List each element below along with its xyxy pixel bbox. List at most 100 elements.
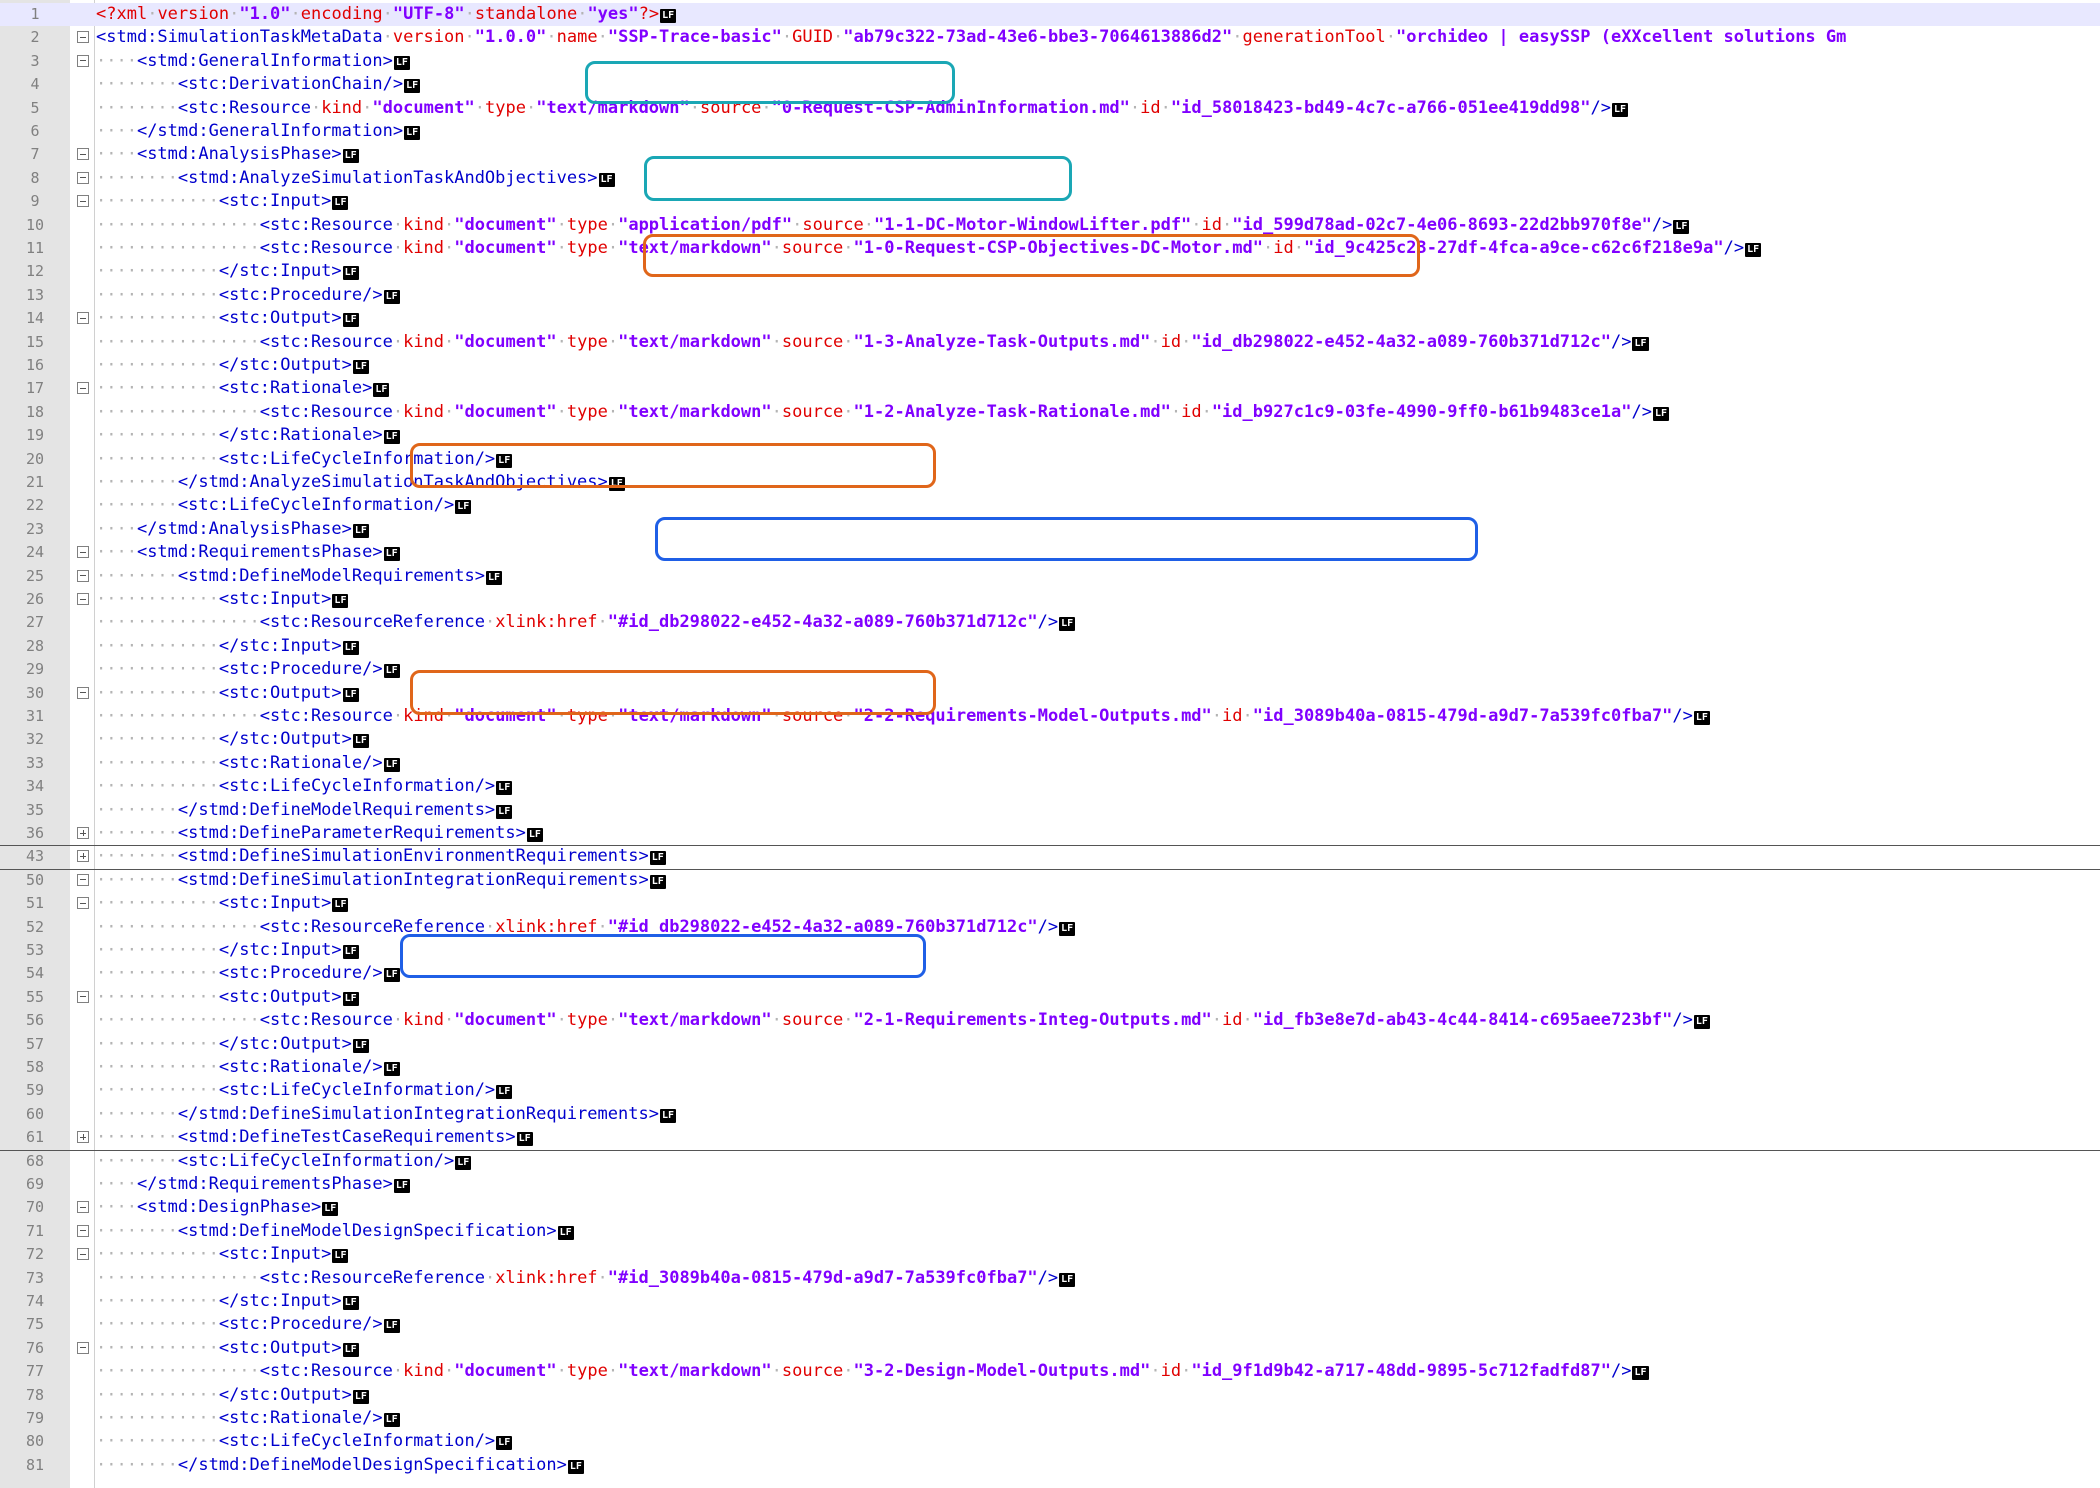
code-line[interactable]: 78 ············</stc:Output> LF: [0, 1384, 2100, 1407]
code-line[interactable]: 23 ····</stmd:AnalysisPhase> LF: [0, 518, 2100, 541]
code-line[interactable]: 72 ············<stc:Input> LF: [0, 1243, 2100, 1266]
code-text[interactable]: <?xml·version·"1.0"·encoding·"UTF-8"·sta…: [96, 3, 677, 26]
code-text[interactable]: ············<stc:Input> LF: [96, 892, 349, 915]
code-text[interactable]: ············<stc:Rationale> LF: [96, 377, 390, 400]
code-line[interactable]: 34 ············<stc:LifeCycleInformation/…: [0, 775, 2100, 798]
code-line[interactable]: 15 ················<stc:Resource·kind·"do…: [0, 331, 2100, 354]
code-line[interactable]: 57 ············</stc:Output> LF: [0, 1033, 2100, 1056]
code-line[interactable]: 5 ········<stc:Resource·kind·"document"·t…: [0, 97, 2100, 120]
code-text[interactable]: ········</stmd:AnalyzeSimulationTaskAndO…: [96, 471, 625, 494]
code-text[interactable]: ············<stc:Output> LF: [96, 986, 359, 1009]
code-text[interactable]: ················<stc:ResourceReference·x…: [96, 611, 1076, 634]
code-text[interactable]: ········<stc:DerivationChain/> LF: [96, 73, 421, 96]
code-text[interactable]: ············</stc:Input> LF: [96, 1290, 359, 1313]
code-text[interactable]: ········<stc:LifeCycleInformation/> LF: [96, 494, 472, 517]
code-line[interactable]: 68 ········<stc:LifeCycleInformation/> LF: [0, 1150, 2100, 1173]
code-text[interactable]: ············<stc:Input> LF: [96, 190, 349, 213]
code-line[interactable]: 29 ············<stc:Procedure/> LF: [0, 658, 2100, 681]
collapse-fold-icon[interactable]: [77, 1341, 89, 1354]
code-text[interactable]: ················<stc:ResourceReference·x…: [96, 916, 1076, 939]
code-text[interactable]: ············<stc:Rationale/> LF: [96, 1056, 400, 1079]
collapse-fold-icon[interactable]: [77, 546, 89, 559]
code-line[interactable]: 31 ················<stc:Resource·kind·"do…: [0, 705, 2100, 728]
code-text[interactable]: ················<stc:Resource·kind·"docu…: [96, 401, 1669, 424]
code-text[interactable]: ········</stmd:DefineSimulationIntegrati…: [96, 1103, 676, 1126]
collapse-fold-icon[interactable]: [77, 54, 89, 67]
expand-fold-icon[interactable]: [77, 1131, 89, 1144]
code-text[interactable]: ········<stmd:DefineTestCaseRequirements…: [96, 1126, 533, 1149]
code-text[interactable]: ············</stc:Output> LF: [96, 354, 369, 377]
code-line[interactable]: 70 ····<stmd:DesignPhase> LF: [0, 1196, 2100, 1219]
code-text[interactable]: ········<stmd:DefineParameterRequirement…: [96, 822, 543, 845]
code-line[interactable]: 79 ············<stc:Rationale/> LF: [0, 1407, 2100, 1430]
collapse-fold-icon[interactable]: [77, 569, 89, 582]
code-line[interactable]: 60 ········</stmd:DefineSimulationIntegra…: [0, 1103, 2100, 1126]
code-line[interactable]: 80 ············<stc:LifeCycleInformation/…: [0, 1430, 2100, 1453]
code-text[interactable]: ············</stc:Rationale> LF: [96, 424, 400, 447]
code-text[interactable]: ················<stc:Resource·kind·"docu…: [96, 331, 1649, 354]
collapse-fold-icon[interactable]: [77, 1201, 89, 1214]
code-text[interactable]: ····</stmd:GeneralInformation> LF: [96, 120, 421, 143]
code-text[interactable]: ············<stc:LifeCycleInformation/> L…: [96, 448, 513, 471]
code-text[interactable]: ····<stmd:RequirementsPhase> LF: [96, 541, 400, 564]
code-line[interactable]: 50 ········<stmd:DefineSimulationIntegrat…: [0, 869, 2100, 892]
collapse-fold-icon[interactable]: [77, 1224, 89, 1237]
code-line[interactable]: 33 ············<stc:Rationale/> LF: [0, 752, 2100, 775]
code-line[interactable]: 35 ········</stmd:DefineModelRequirements…: [0, 799, 2100, 822]
collapse-fold-icon[interactable]: [77, 873, 89, 886]
code-line[interactable]: 61 ········<stmd:DefineTestCaseRequiremen…: [0, 1126, 2100, 1151]
code-text[interactable]: ········</stmd:DefineModelRequirements> L…: [96, 799, 513, 822]
code-line[interactable]: 7 ····<stmd:AnalysisPhase> LF: [0, 143, 2100, 166]
collapse-fold-icon[interactable]: [77, 382, 89, 395]
code-line[interactable]: 16 ············</stc:Output> LF: [0, 354, 2100, 377]
code-text[interactable]: ············</stc:Output> LF: [96, 1033, 369, 1056]
code-line[interactable]: 69 ····</stmd:RequirementsPhase> LF: [0, 1173, 2100, 1196]
code-line[interactable]: 36 ········<stmd:DefineParameterRequireme…: [0, 822, 2100, 847]
code-line[interactable]: 43 ········<stmd:DefineSimulationEnvironm…: [0, 845, 2100, 870]
code-text[interactable]: ········<stmd:AnalyzeSimulationTaskAndOb…: [96, 167, 615, 190]
code-line[interactable]: 8 ········<stmd:AnalyzeSimulationTaskAndO…: [0, 167, 2100, 190]
code-text[interactable]: ········<stmd:DefineModelDesignSpecifica…: [96, 1220, 574, 1243]
code-text[interactable]: ········<stmd:DefineSimulationIntegratio…: [96, 869, 666, 892]
code-text[interactable]: <stmd:SimulationTaskMetaData·version·"1.…: [96, 26, 1846, 49]
code-line[interactable]: 81 ········</stmd:DefineModelDesignSpecif…: [0, 1454, 2100, 1477]
code-line[interactable]: 18 ················<stc:Resource·kind·"do…: [0, 401, 2100, 424]
code-text[interactable]: ············</stc:Input> LF: [96, 939, 359, 962]
code-line[interactable]: 71 ········<stmd:DefineModelDesignSpecifi…: [0, 1220, 2100, 1243]
xml-editor[interactable]: 1 <?xml·version·"1.0"·encoding·"UTF-8"·st…: [0, 0, 2100, 1488]
code-line[interactable]: 77 ················<stc:Resource·kind·"do…: [0, 1360, 2100, 1383]
code-line[interactable]: 14 ············<stc:Output> LF: [0, 307, 2100, 330]
code-line[interactable]: 32 ············</stc:Output> LF: [0, 728, 2100, 751]
code-text[interactable]: ················<stc:Resource·kind·"docu…: [96, 1360, 1649, 1383]
code-line[interactable]: 24 ····<stmd:RequirementsPhase> LF: [0, 541, 2100, 564]
code-line[interactable]: 75 ············<stc:Procedure/> LF: [0, 1313, 2100, 1336]
code-text[interactable]: ················<stc:Resource·kind·"docu…: [96, 237, 1762, 260]
code-line[interactable]: 27 ················<stc:ResourceReference…: [0, 611, 2100, 634]
code-line[interactable]: 53 ············</stc:Input> LF: [0, 939, 2100, 962]
code-line[interactable]: 55 ············<stc:Output> LF: [0, 986, 2100, 1009]
code-line[interactable]: 28 ············</stc:Input> LF: [0, 635, 2100, 658]
code-line[interactable]: 51 ············<stc:Input> LF: [0, 892, 2100, 915]
code-line[interactable]: 76 ············<stc:Output> LF: [0, 1337, 2100, 1360]
code-text[interactable]: ············<stc:Output> LF: [96, 682, 359, 705]
code-text[interactable]: ········<stmd:DefineModelRequirements> LF: [96, 565, 502, 588]
code-line[interactable]: 20 ············<stc:LifeCycleInformation/…: [0, 448, 2100, 471]
code-line[interactable]: 73 ················<stc:ResourceReference…: [0, 1267, 2100, 1290]
code-text[interactable]: ········<stc:LifeCycleInformation/> LF: [96, 1150, 472, 1173]
code-line[interactable]: 6 ····</stmd:GeneralInformation> LF: [0, 120, 2100, 143]
collapse-fold-icon[interactable]: [77, 897, 89, 910]
code-line[interactable]: 12 ············</stc:Input> LF: [0, 260, 2100, 283]
code-line[interactable]: 11 ················<stc:Resource·kind·"do…: [0, 237, 2100, 260]
code-text[interactable]: ············<stc:Procedure/> LF: [96, 962, 400, 985]
code-text[interactable]: ················<stc:Resource·kind·"docu…: [96, 1009, 1710, 1032]
code-line[interactable]: 4 ········<stc:DerivationChain/> LF: [0, 73, 2100, 96]
code-text[interactable]: ············</stc:Output> LF: [96, 728, 369, 751]
code-text[interactable]: ············<stc:Procedure/> LF: [96, 1313, 400, 1336]
code-line[interactable]: 1 <?xml·version·"1.0"·encoding·"UTF-8"·st…: [0, 3, 2100, 27]
collapse-fold-icon[interactable]: [77, 1248, 89, 1261]
code-text[interactable]: ············<stc:Input> LF: [96, 588, 349, 611]
code-text[interactable]: ················<stc:Resource·kind·"docu…: [96, 214, 1690, 237]
code-text[interactable]: ····<stmd:AnalysisPhase> LF: [96, 143, 359, 166]
code-line[interactable]: 30 ············<stc:Output> LF: [0, 682, 2100, 705]
expand-fold-icon[interactable]: [77, 827, 89, 839]
